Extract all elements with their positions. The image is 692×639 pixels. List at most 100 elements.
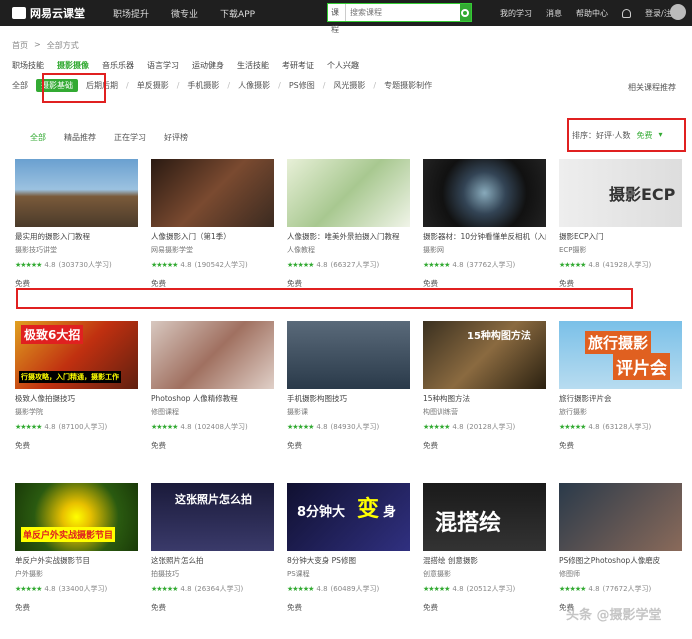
- course-author[interactable]: 户外摄影: [15, 569, 138, 579]
- site-logo[interactable]: 网易云课堂: [12, 5, 85, 21]
- divider: /: [126, 81, 129, 90]
- course-card[interactable]: 8分钟大变身 8分钟大变身 PS修图 PS课程 ★★★★★ 4.8 (60489…: [287, 483, 410, 613]
- tab-workplace[interactable]: 职场技能: [12, 60, 44, 71]
- course-thumbnail[interactable]: 旅行摄影 评片会: [559, 321, 682, 389]
- course-title[interactable]: 人像摄影入门（第1季）: [151, 231, 274, 245]
- course-author[interactable]: 摄影课: [287, 407, 410, 417]
- course-author[interactable]: 拍摄技巧: [151, 569, 274, 579]
- course-title[interactable]: 混搭绘 创意摄影: [423, 555, 546, 569]
- course-title[interactable]: 15种构图方法: [423, 393, 546, 407]
- course-thumbnail[interactable]: [287, 159, 410, 227]
- filter-all[interactable]: 全部: [30, 132, 46, 143]
- sort-by-rating[interactable]: 排序：好评·人数: [572, 130, 631, 141]
- course-title[interactable]: 8分钟大变身 PS修图: [287, 555, 410, 569]
- filter-learning[interactable]: 正在学习: [114, 132, 146, 143]
- my-learning-link[interactable]: 我的学习: [500, 8, 532, 19]
- course-card[interactable]: 旅行摄影 评片会 旅行摄影评片会 旅行摄影 ★★★★★ 4.8 (63128人学习…: [559, 321, 682, 451]
- price-filter[interactable]: 免费: [637, 130, 653, 141]
- course-title[interactable]: PS修图之Photoshop人像磨皮: [559, 555, 682, 569]
- subtab-item[interactable]: 手机摄影: [187, 80, 219, 91]
- tab-photography[interactable]: 摄影摄像: [57, 60, 89, 71]
- course-author[interactable]: 修图师: [559, 569, 682, 579]
- course-card[interactable]: 摄影ECP 摄影ECP入门 ECP摄影 ★★★★★ 4.8 (41928人学习)…: [559, 159, 682, 289]
- course-author[interactable]: 摄影学院: [15, 407, 138, 417]
- divider: /: [373, 81, 377, 90]
- course-thumbnail[interactable]: [559, 483, 682, 551]
- course-author[interactable]: 人像教程: [287, 245, 410, 255]
- subtab-item[interactable]: PS修图: [289, 80, 315, 91]
- related-courses-link[interactable]: 相关课程推荐: [628, 82, 676, 93]
- course-card[interactable]: 最实用的摄影入门教程 摄影技巧讲堂 ★★★★★ 4.8 (303730人学习) …: [15, 159, 138, 289]
- course-thumbnail[interactable]: 混搭绘: [423, 483, 546, 551]
- course-card[interactable]: 人像摄影入门（第1季） 网易摄影学堂 ★★★★★ 4.8 (190542人学习)…: [151, 159, 274, 289]
- tab-fitness[interactable]: 运动健身: [192, 60, 224, 71]
- filter-top-rated[interactable]: 好评榜: [164, 132, 188, 143]
- course-author[interactable]: PS课程: [287, 569, 410, 579]
- course-author[interactable]: 修图课程: [151, 407, 274, 417]
- course-title[interactable]: 摄影ECP入门: [559, 231, 682, 245]
- course-author[interactable]: 摄影技巧讲堂: [15, 245, 138, 255]
- tab-music[interactable]: 音乐乐器: [102, 60, 134, 71]
- course-title[interactable]: 摄影器材：10分钟看懂单反相机（入门篇）: [423, 231, 546, 245]
- course-thumbnail[interactable]: [151, 321, 274, 389]
- course-title[interactable]: 手机摄影构图技巧: [287, 393, 410, 407]
- star-icons: ★★★★★: [559, 261, 586, 269]
- course-card[interactable]: 人像摄影：唯美外景拍摄入门教程 人像教程 ★★★★★ 4.8 (66327人学习…: [287, 159, 410, 289]
- subtab-item[interactable]: 风光摄影: [333, 80, 365, 91]
- subtab-item[interactable]: 单反摄影: [137, 80, 169, 91]
- breadcrumb-home[interactable]: 首页: [12, 40, 28, 51]
- course-thumbnail[interactable]: [151, 159, 274, 227]
- course-card[interactable]: 手机摄影构图技巧 摄影课 ★★★★★ 4.8 (84930人学习) 免费: [287, 321, 410, 451]
- course-thumbnail[interactable]: 这张照片怎么拍: [151, 483, 274, 551]
- course-card[interactable]: Photoshop 人像精修教程 修图课程 ★★★★★ 4.8 (102408人…: [151, 321, 274, 451]
- course-card[interactable]: 15种构图方法 15种构图方法 构图训练营 ★★★★★ 4.8 (20128人学…: [423, 321, 546, 451]
- tab-exam[interactable]: 考研考证: [282, 60, 314, 71]
- subtab-item[interactable]: 专题摄影制作: [384, 80, 432, 91]
- search-type-select[interactable]: 课程: [328, 4, 346, 34]
- course-author[interactable]: 旅行摄影: [559, 407, 682, 417]
- tab-interest[interactable]: 个人兴趣: [327, 60, 359, 71]
- nav-item-download-app[interactable]: 下载APP: [220, 7, 255, 20]
- course-card[interactable]: 单反户外实战摄影节目 单反户外实战摄影节目 户外摄影 ★★★★★ 4.8 (33…: [15, 483, 138, 613]
- course-title[interactable]: 人像摄影：唯美外景拍摄入门教程: [287, 231, 410, 245]
- course-title[interactable]: 单反户外实战摄影节目: [15, 555, 138, 569]
- nav-item-microspecialty[interactable]: 微专业: [171, 7, 198, 20]
- course-title[interactable]: 这张照片怎么拍: [151, 555, 274, 569]
- star-icons: ★★★★★: [15, 423, 42, 431]
- course-title[interactable]: 旅行摄影评片会: [559, 393, 682, 407]
- chevron-down-icon[interactable]: ▾: [659, 130, 663, 141]
- course-thumbnail[interactable]: [423, 159, 546, 227]
- bell-icon[interactable]: [622, 8, 631, 18]
- course-author[interactable]: 网易摄影学堂: [151, 245, 274, 255]
- course-card[interactable]: 极致6大招 行摄攻略，入门精通，摄影工作 极致人像拍摄技巧 摄影学院 ★★★★★ …: [15, 321, 138, 451]
- course-author[interactable]: ECP摄影: [559, 245, 682, 255]
- help-link[interactable]: 帮助中心: [576, 8, 608, 19]
- messages-link[interactable]: 消息: [546, 8, 562, 19]
- search-button[interactable]: [459, 4, 471, 21]
- course-thumbnail[interactable]: 单反户外实战摄影节目: [15, 483, 138, 551]
- course-author[interactable]: 摄影网: [423, 245, 546, 255]
- subtab-item[interactable]: 人像摄影: [238, 80, 270, 91]
- course-card[interactable]: 摄影器材：10分钟看懂单反相机（入门篇） 摄影网 ★★★★★ 4.8 (3776…: [423, 159, 546, 289]
- course-card[interactable]: 混搭绘 混搭绘 创意摄影 创意摄影 ★★★★★ 4.8 (20512人学习) 免…: [423, 483, 546, 613]
- course-author[interactable]: 创意摄影: [423, 569, 546, 579]
- course-thumbnail[interactable]: [287, 321, 410, 389]
- subtab-all[interactable]: 全部: [12, 80, 28, 91]
- course-thumbnail[interactable]: 极致6大招 行摄攻略，入门精通，摄影工作: [15, 321, 138, 389]
- course-card[interactable]: 这张照片怎么拍 这张照片怎么拍 拍摄技巧 ★★★★★ 4.8 (26364人学习…: [151, 483, 274, 613]
- course-card[interactable]: PS修图之Photoshop人像磨皮 修图师 ★★★★★ 4.8 (77672人…: [559, 483, 682, 613]
- filter-recommended[interactable]: 精品推荐: [64, 132, 96, 143]
- course-title[interactable]: 极致人像拍摄技巧: [15, 393, 138, 407]
- nav-item-workplace[interactable]: 职场提升: [113, 7, 149, 20]
- avatar[interactable]: [670, 4, 686, 20]
- course-title[interactable]: 最实用的摄影入门教程: [15, 231, 138, 245]
- course-title[interactable]: Photoshop 人像精修教程: [151, 393, 274, 407]
- course-thumbnail[interactable]: 15种构图方法: [423, 321, 546, 389]
- course-author[interactable]: 构图训练营: [423, 407, 546, 417]
- course-thumbnail[interactable]: [15, 159, 138, 227]
- tab-life[interactable]: 生活技能: [237, 60, 269, 71]
- course-thumbnail[interactable]: 8分钟大变身: [287, 483, 410, 551]
- search-input[interactable]: [345, 4, 460, 21]
- course-thumbnail[interactable]: 摄影ECP: [559, 159, 682, 227]
- tab-language[interactable]: 语言学习: [147, 60, 179, 71]
